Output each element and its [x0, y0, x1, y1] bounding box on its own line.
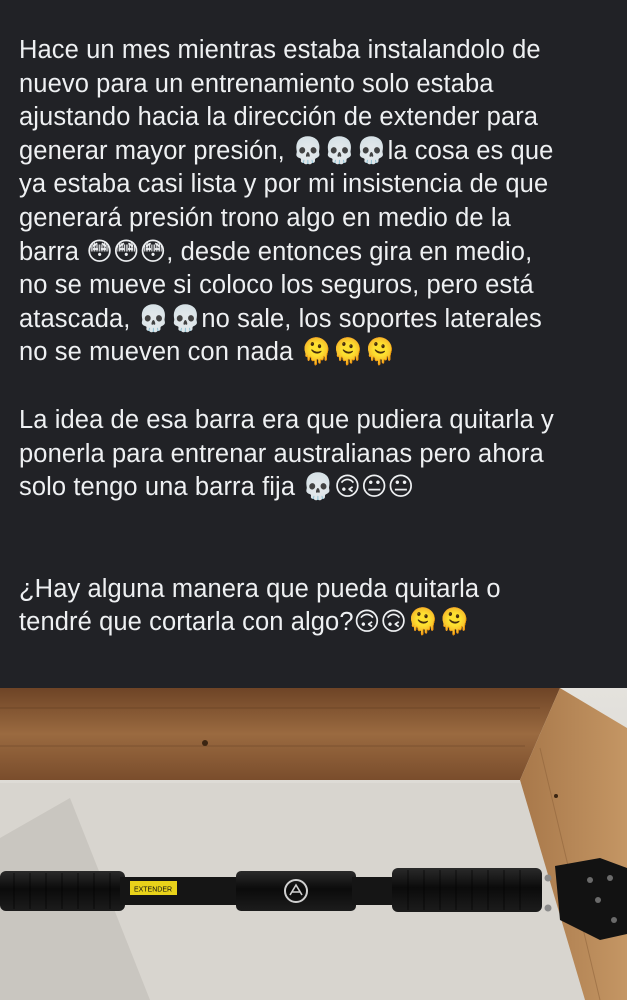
screw-head	[202, 740, 208, 746]
bar-center-block	[236, 871, 356, 911]
paragraph-3: ¿Hay alguna manera que pueda quitarla o …	[19, 573, 619, 640]
text-line: nuevo para un entrenamiento solo estaba	[19, 69, 494, 98]
text-line: no se mueve si coloco los seguros, pero …	[19, 271, 534, 300]
text-line: atascada, 💀💀no sale, los soportes latera…	[19, 304, 542, 333]
text-line: generará presión trono algo en medio de …	[19, 203, 511, 232]
post: Hace un mes mientras estaba instalandolo…	[0, 0, 627, 1000]
text-line: barra 😳😳😳, desde entonces gira en medio,	[19, 237, 533, 266]
text-line: La idea de esa barra era que pudiera qui…	[19, 405, 554, 434]
extender-label-text: EXTENDER	[134, 887, 172, 894]
text-line: ajustando hacia la dirección de extender…	[19, 103, 539, 132]
lock-pin	[544, 904, 552, 912]
text-line: Hace un mes mientras estaba instalandolo…	[19, 36, 541, 64]
lock-pin	[544, 874, 552, 882]
text-line: solo tengo una barra fija 💀🙃😐😐	[19, 473, 415, 502]
post-text: Hace un mes mientras estaba instalandolo…	[19, 34, 619, 640]
text-line: tendré que cortarla con algo?🙃🙃🫠🫠	[19, 608, 471, 637]
text-line: ya estaba casi lista y por mi insistenci…	[19, 170, 549, 199]
paragraph-1: Hace un mes mientras estaba instalandolo…	[19, 34, 619, 370]
text-line: ¿Hay alguna manera que pueda quitarla o	[19, 574, 501, 603]
text-line: generar mayor presión, 💀💀💀la cosa es que	[19, 136, 554, 165]
paragraph-2: La idea de esa barra era que pudiera qui…	[19, 404, 619, 505]
post-photo[interactable]: EXTENDER	[0, 688, 627, 1000]
text-line: ponerla para entrenar australianas pero …	[19, 439, 544, 468]
wood-beam-top	[0, 688, 560, 780]
text-line: no se mueven con nada 🫠🫠🫠	[19, 338, 397, 367]
